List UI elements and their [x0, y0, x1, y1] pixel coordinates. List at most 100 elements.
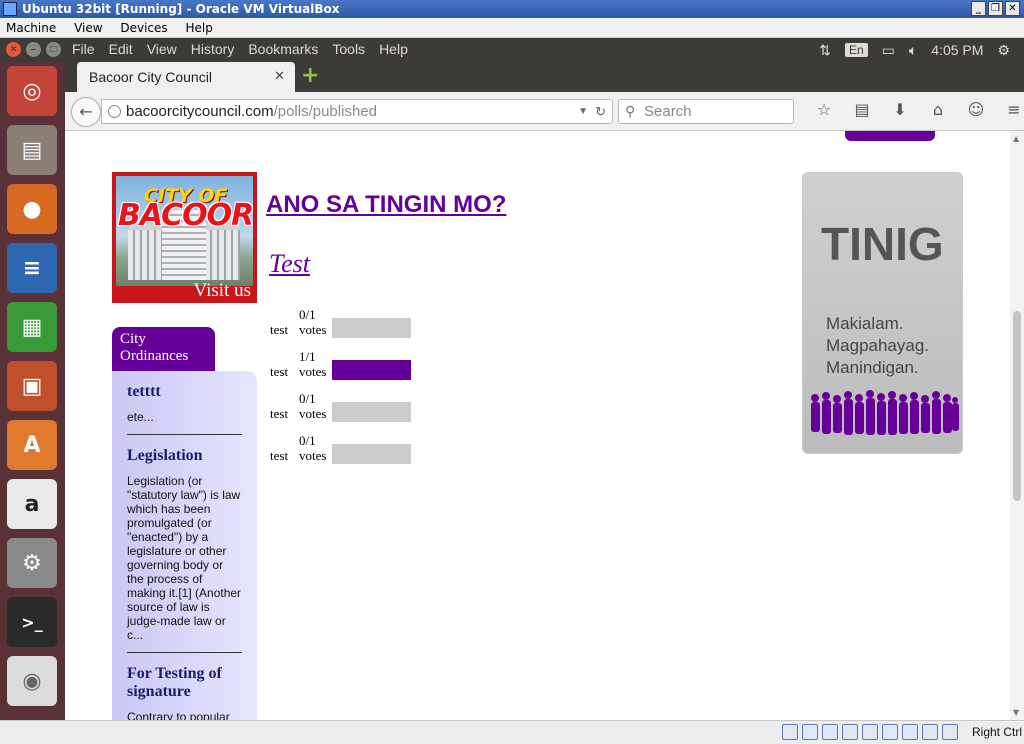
poll-option: 0/1 test votes — [270, 433, 420, 465]
minimize-icon[interactable]: _ — [971, 1, 986, 16]
gear-icon[interactable]: ⚙ — [997, 42, 1010, 59]
poll-question-link[interactable]: Test — [269, 249, 310, 279]
ubuntu-top-panel: × – □ File Edit View History Bookmarks T… — [0, 38, 1024, 62]
tinig-banner[interactable]: TINIG Makialam. Magpahayag. Manindigan. — [802, 172, 963, 454]
ordinance-title[interactable]: tetttt — [127, 383, 242, 401]
optical-drive-icon[interactable] — [802, 724, 818, 740]
vbox-menu-help[interactable]: Help — [186, 21, 213, 35]
url-host: bacoorcitycouncil.com — [126, 103, 274, 120]
poll-bar — [332, 444, 411, 464]
video-capture-icon[interactable] — [902, 724, 918, 740]
menu-tools[interactable]: Tools — [332, 41, 365, 57]
city-of-bacoor-logo[interactable]: CITY OF BACOOR Visit us — [112, 172, 257, 303]
poll-votes: votes — [299, 448, 327, 463]
tab-close-icon[interactable]: ✕ — [274, 68, 285, 84]
terminal-icon[interactable]: >_ — [7, 597, 57, 647]
writer-icon[interactable]: ≡ — [7, 243, 57, 293]
amazon-icon[interactable]: a — [7, 479, 57, 529]
vbox-statusbar: Right Ctrl — [0, 720, 1024, 744]
files-icon[interactable]: ▤ — [7, 125, 57, 175]
calc-icon[interactable]: ▦ — [7, 302, 57, 352]
poll-option: 0/1 test votes — [270, 391, 420, 423]
hamburger-menu-icon[interactable]: ≡ — [995, 100, 1024, 119]
menu-history[interactable]: History — [191, 41, 235, 57]
impress-icon[interactable]: ▣ — [7, 361, 57, 411]
tab-bacoor-city-council[interactable]: Bacoor City Council ✕ — [77, 62, 295, 92]
divider — [127, 652, 242, 653]
ordinance-title[interactable]: Legislation — [127, 447, 242, 465]
volume-icon[interactable]: 🔈︎ — [909, 42, 917, 59]
usb-icon[interactable] — [822, 724, 838, 740]
slogan-line: Makialam. — [826, 314, 904, 333]
back-arrow-icon[interactable]: ← — [71, 97, 101, 127]
clock[interactable]: 4:05 PM — [931, 42, 983, 58]
scroll-up-icon[interactable]: ▲ — [1013, 134, 1019, 143]
settings-icon[interactable]: ⚙ — [7, 538, 57, 588]
scroll-down-icon[interactable]: ▼ — [1013, 708, 1019, 717]
new-tab-icon[interactable]: + — [301, 65, 319, 87]
dvd-icon[interactable]: ◉ — [7, 656, 57, 706]
poll-votes: votes — [299, 364, 327, 379]
window-minimize-icon[interactable]: – — [26, 42, 41, 57]
menu-file[interactable]: File — [72, 41, 95, 57]
poll-title-link[interactable]: ANO SA TINGIN MO? — [266, 191, 506, 219]
poll-bar — [332, 402, 411, 422]
logo-bacoor: BACOOR — [118, 198, 254, 233]
vbox-menu-devices[interactable]: Devices — [120, 21, 167, 35]
display-icon[interactable] — [882, 724, 898, 740]
restore-icon[interactable]: ❐ — [988, 1, 1003, 16]
ordinance-excerpt: Contrary to popular — [127, 710, 230, 720]
bookmark-star-icon[interactable]: ☆ — [805, 100, 843, 119]
home-icon[interactable]: ⌂ — [919, 100, 957, 119]
battery-icon[interactable]: ▭ — [882, 42, 895, 59]
tinig-word: TINIG — [821, 218, 944, 270]
poll-votes: votes — [299, 322, 327, 337]
close-icon[interactable]: ✕ — [1005, 1, 1020, 16]
url-bar[interactable]: bacoorcitycouncil.com/polls/published ▼ … — [101, 99, 613, 124]
vbox-titlebar: Ubuntu 32bit [Running] - Oracle VM Virtu… — [0, 0, 1024, 18]
vbox-menu-machine[interactable]: Machine — [6, 21, 56, 35]
reload-icon[interactable]: ↻ — [595, 100, 606, 123]
window-close-icon[interactable]: × — [6, 42, 21, 57]
chat-icon[interactable]: ☺ — [957, 100, 995, 119]
menu-view[interactable]: View — [147, 41, 177, 57]
poll-option: 0/1 test votes — [270, 307, 420, 339]
keyboard-capture-icon[interactable] — [942, 724, 958, 740]
keyboard-layout-indicator[interactable]: En — [844, 43, 868, 57]
unity-launcher: ◎ ▤ ● ≡ ▦ ▣ A a ⚙ >_ ◉ — [0, 62, 65, 720]
ordinance-title[interactable]: For Testing of signature — [127, 665, 242, 701]
search-input[interactable]: ⚲ Search — [618, 99, 794, 124]
network-adapter-icon[interactable] — [842, 724, 858, 740]
menu-edit[interactable]: Edit — [109, 41, 133, 57]
sidebar-tab-city-ordinances[interactable]: City Ordinances — [112, 327, 215, 371]
search-icon: ⚲ — [625, 103, 636, 119]
dash-home-icon[interactable]: ◎ — [7, 66, 57, 116]
poll-bar — [332, 318, 411, 338]
network-icon[interactable]: ⇅ — [819, 42, 831, 59]
poll-bar — [332, 360, 411, 380]
dropdown-arrow-icon[interactable]: ▼ — [578, 100, 588, 123]
vbox-menu-view[interactable]: View — [74, 21, 102, 35]
firefox-icon[interactable]: ● — [7, 184, 57, 234]
menu-help[interactable]: Help — [379, 41, 408, 57]
poll-count: 0/1 — [299, 433, 316, 448]
reading-list-icon[interactable]: ▤ — [843, 100, 881, 119]
virtualbox-icon — [3, 2, 17, 16]
mouse-integration-icon[interactable] — [922, 724, 938, 740]
hdd-icon[interactable] — [782, 724, 798, 740]
shared-folders-icon[interactable] — [862, 724, 878, 740]
window-maximize-icon[interactable]: □ — [46, 42, 61, 57]
page-content: CITY OF BACOOR Visit us ANO SA TINGIN MO… — [65, 131, 1010, 720]
url-text: bacoorcitycouncil.com/polls/published — [126, 100, 377, 123]
ordinance-excerpt: ete... — [127, 410, 154, 424]
crowd-silhouette-icon — [811, 390, 959, 435]
nav-tab-fragment[interactable] — [845, 131, 935, 141]
vbox-title: Ubuntu 32bit [Running] - Oracle VM Virtu… — [22, 2, 340, 16]
slogan-line: Magpahayag. — [826, 336, 930, 355]
download-icon[interactable]: ⬇ — [881, 100, 919, 119]
poll-option: 1/1 test votes — [270, 349, 420, 381]
scrollbar-thumb[interactable] — [1013, 311, 1021, 501]
software-center-icon[interactable]: A — [7, 420, 57, 470]
vertical-scrollbar[interactable]: ▲ ▼ — [1010, 131, 1024, 720]
menu-bookmarks[interactable]: Bookmarks — [248, 41, 318, 57]
